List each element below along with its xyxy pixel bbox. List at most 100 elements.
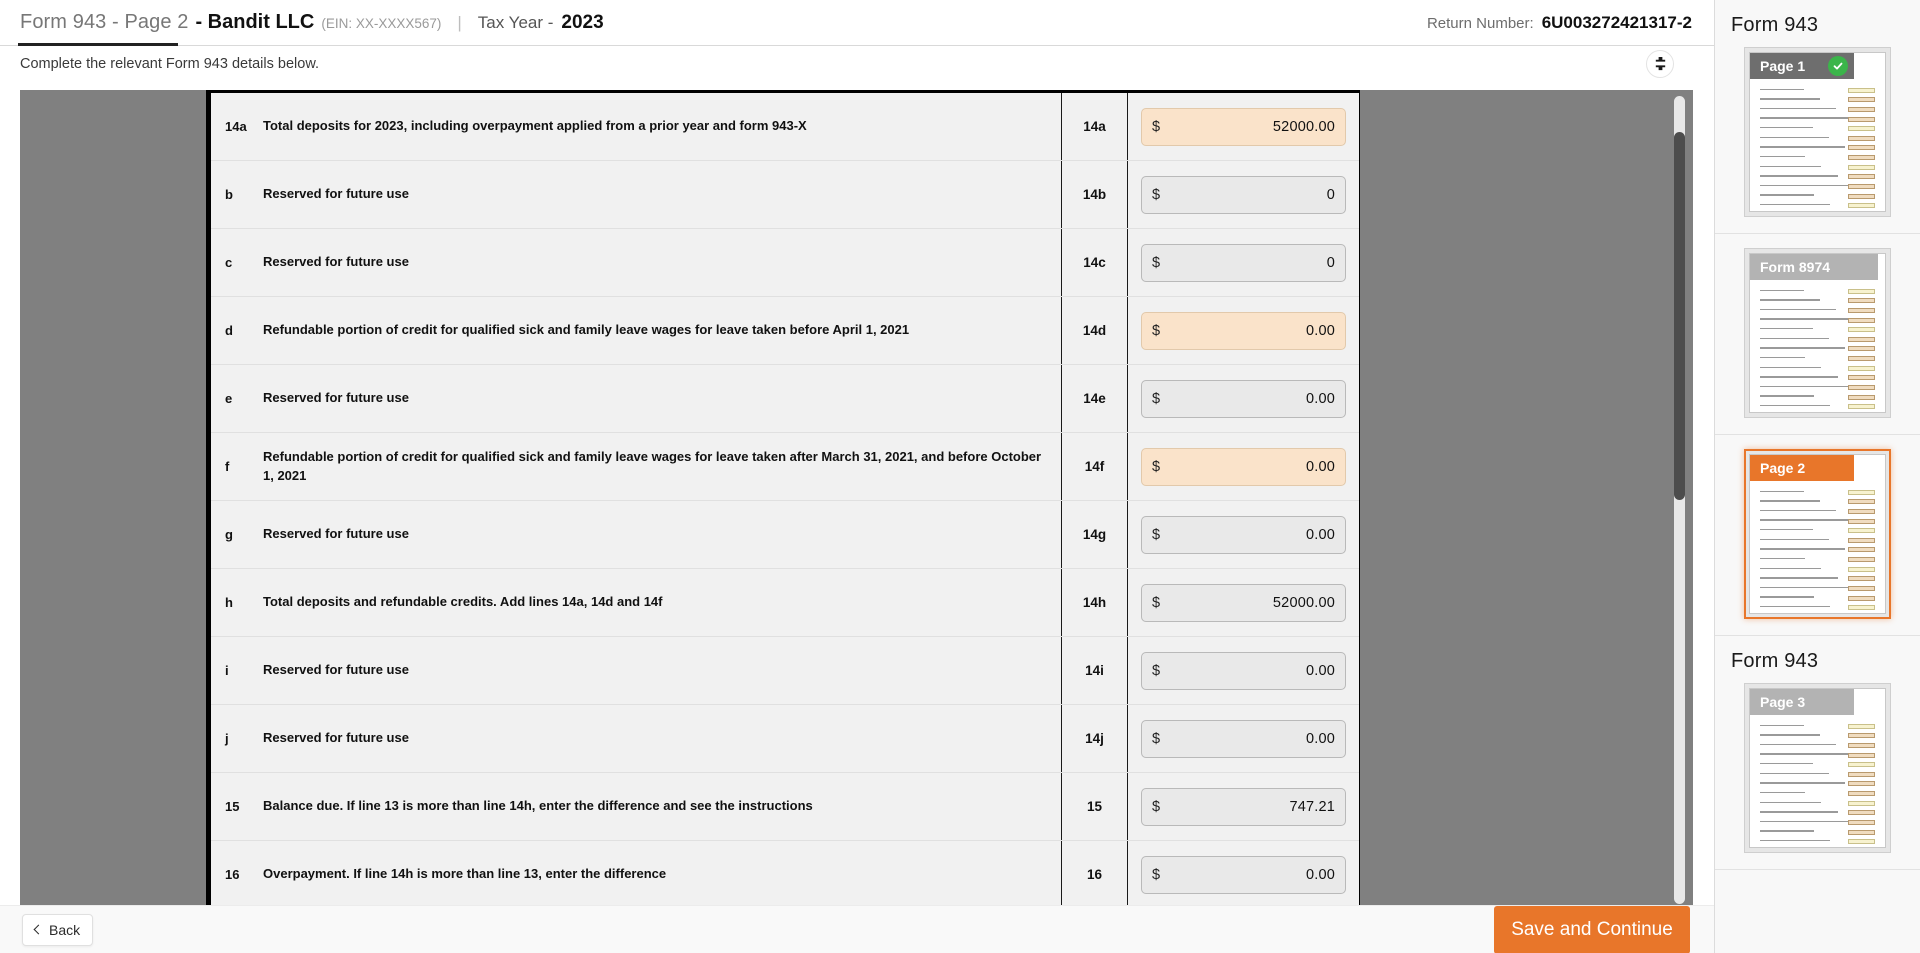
row-line-number: 14h bbox=[1061, 569, 1127, 636]
amount-input-14e[interactable]: $0.00 bbox=[1141, 379, 1346, 418]
mini-field bbox=[1847, 566, 1875, 572]
amount-input-14g[interactable]: $0.00 bbox=[1141, 515, 1346, 554]
table-row: e Reserved for future use 14e $0.00 bbox=[211, 365, 1359, 433]
main-column: Form 943 - Page 2 - Bandit LLC (EIN: XX-… bbox=[0, 0, 1714, 953]
row-line-number: 14j bbox=[1061, 705, 1127, 772]
row-description-cell: 14a Total deposits for 2023, including ov… bbox=[211, 93, 1061, 160]
amount-value: 52000.00 bbox=[1272, 118, 1335, 135]
page-thumbnail-sidebar[interactable]: Form 943 Page 1 Form 8974 Page 2 Form 943 Pag… bbox=[1714, 0, 1920, 953]
row-line-number: 14c bbox=[1061, 229, 1127, 296]
currency-symbol: $ bbox=[1152, 390, 1161, 407]
row-description-cell: g Reserved for future use bbox=[211, 501, 1061, 568]
amount-value: 0.00 bbox=[1305, 390, 1335, 407]
tax-year-label: Tax Year - bbox=[477, 13, 554, 32]
amount-value: 0 bbox=[1326, 254, 1335, 271]
amount-input-14d[interactable]: $0.00 bbox=[1141, 311, 1346, 350]
mini-line bbox=[1760, 811, 1838, 813]
mini-field bbox=[1847, 298, 1875, 304]
row-line-text: Total deposits for 2023, including overp… bbox=[263, 118, 807, 134]
amount-input-14a[interactable]: $52000.00 bbox=[1141, 107, 1346, 146]
amount-input-14j[interactable]: $0.00 bbox=[1141, 719, 1346, 758]
amount-input-14b[interactable]: $0 bbox=[1141, 175, 1346, 214]
table-row: j Reserved for future use 14j $0.00 bbox=[211, 705, 1359, 773]
mini-line bbox=[1760, 146, 1845, 148]
mini-field bbox=[1847, 752, 1875, 758]
mini-line bbox=[1760, 88, 1804, 90]
row-line-text: Refundable portion of credit for qualifi… bbox=[263, 322, 910, 338]
mini-line bbox=[1760, 734, 1820, 736]
page-thumbnail-page-2[interactable]: Page 2 bbox=[1744, 449, 1891, 619]
row-description-cell: f Refundable portion of credit for qualif… bbox=[211, 433, 1061, 500]
amount-input-16[interactable]: $0.00 bbox=[1141, 855, 1346, 894]
currency-symbol: $ bbox=[1152, 594, 1161, 611]
mini-line bbox=[1760, 155, 1805, 158]
mini-field bbox=[1847, 762, 1875, 768]
scrollbar-thumb[interactable] bbox=[1674, 132, 1685, 500]
collapse-icon[interactable] bbox=[1646, 49, 1674, 78]
mini-line bbox=[1760, 194, 1814, 196]
mini-field bbox=[1847, 106, 1875, 112]
row-line-text: Balance due. If line 13 is more than lin… bbox=[263, 798, 813, 814]
amount-input-14i[interactable]: $0.00 bbox=[1141, 651, 1346, 690]
thumbnail-badge: Form 8974 bbox=[1750, 254, 1878, 280]
currency-symbol: $ bbox=[1152, 730, 1161, 747]
amount-input-14f[interactable]: $0.00 bbox=[1141, 447, 1346, 486]
currency-symbol: $ bbox=[1152, 118, 1161, 135]
mini-field bbox=[1847, 97, 1875, 103]
mini-line bbox=[1760, 107, 1837, 110]
row-line-text: Reserved for future use bbox=[263, 186, 409, 202]
row-description-cell: h Total deposits and refundable credits. … bbox=[211, 569, 1061, 636]
table-row: 14a Total deposits for 2023, including ov… bbox=[211, 93, 1359, 161]
mini-line bbox=[1760, 165, 1822, 167]
row-line-key: i bbox=[225, 663, 229, 678]
sidebar-group-0: Form 943 Page 1 bbox=[1715, 0, 1920, 234]
save-and-continue-button[interactable]: Save and Continue bbox=[1494, 905, 1690, 953]
back-button[interactable]: Back bbox=[22, 913, 94, 946]
mini-line bbox=[1760, 772, 1829, 775]
row-amount-cell: $0.00 bbox=[1127, 841, 1359, 905]
mini-line bbox=[1760, 127, 1813, 129]
mini-field bbox=[1847, 810, 1875, 816]
mini-field bbox=[1847, 164, 1875, 170]
mini-field bbox=[1847, 819, 1875, 825]
row-line-text: Refundable portion of credit for qualifi… bbox=[263, 449, 1042, 483]
amount-input-14c[interactable]: $0 bbox=[1141, 243, 1346, 282]
company-name: - Bandit LLC bbox=[195, 11, 315, 33]
row-line-key: b bbox=[225, 187, 233, 202]
header-title-group: Form 943 - Page 2 - Bandit LLC (EIN: XX-… bbox=[20, 11, 604, 34]
mini-line bbox=[1760, 567, 1822, 569]
mini-field bbox=[1847, 781, 1875, 787]
row-amount-cell: $52000.00 bbox=[1127, 93, 1359, 160]
row-amount-cell: $0.00 bbox=[1127, 365, 1359, 432]
mini-line bbox=[1760, 490, 1804, 492]
mini-field bbox=[1847, 346, 1875, 352]
amount-input-14h[interactable]: $52000.00 bbox=[1141, 583, 1346, 622]
return-number-label: Return Number: bbox=[1426, 14, 1534, 32]
mini-field bbox=[1847, 193, 1875, 199]
row-line-number: 14g bbox=[1061, 501, 1127, 568]
mini-line bbox=[1760, 175, 1838, 177]
mini-line bbox=[1760, 117, 1853, 119]
row-amount-cell: $0.00 bbox=[1127, 297, 1359, 364]
page-thumbnail-page-3[interactable]: Page 3 bbox=[1744, 683, 1891, 853]
row-line-number: 14a bbox=[1061, 93, 1127, 160]
row-line-text: Reserved for future use bbox=[263, 254, 409, 270]
row-line-key: h bbox=[225, 595, 233, 610]
mini-line bbox=[1760, 606, 1830, 608]
document-vertical-scrollbar[interactable] bbox=[1674, 96, 1685, 904]
page-thumbnail-form-8974[interactable]: Form 8974 bbox=[1744, 248, 1891, 418]
page-thumbnail-page-1[interactable]: Page 1 bbox=[1744, 47, 1891, 217]
mini-field bbox=[1847, 336, 1875, 342]
sidebar-group-2: Page 2 bbox=[1715, 435, 1920, 636]
mini-field bbox=[1847, 547, 1875, 553]
amount-input-15[interactable]: $747.21 bbox=[1141, 787, 1346, 826]
row-line-text: Reserved for future use bbox=[263, 662, 409, 678]
table-row: h Total deposits and refundable credits. … bbox=[211, 569, 1359, 637]
currency-symbol: $ bbox=[1152, 798, 1161, 815]
mini-line bbox=[1760, 366, 1822, 368]
mini-field bbox=[1847, 742, 1875, 748]
thumbnail-badge: Page 3 bbox=[1750, 689, 1854, 715]
mini-line bbox=[1760, 299, 1820, 301]
mini-line bbox=[1760, 557, 1805, 560]
